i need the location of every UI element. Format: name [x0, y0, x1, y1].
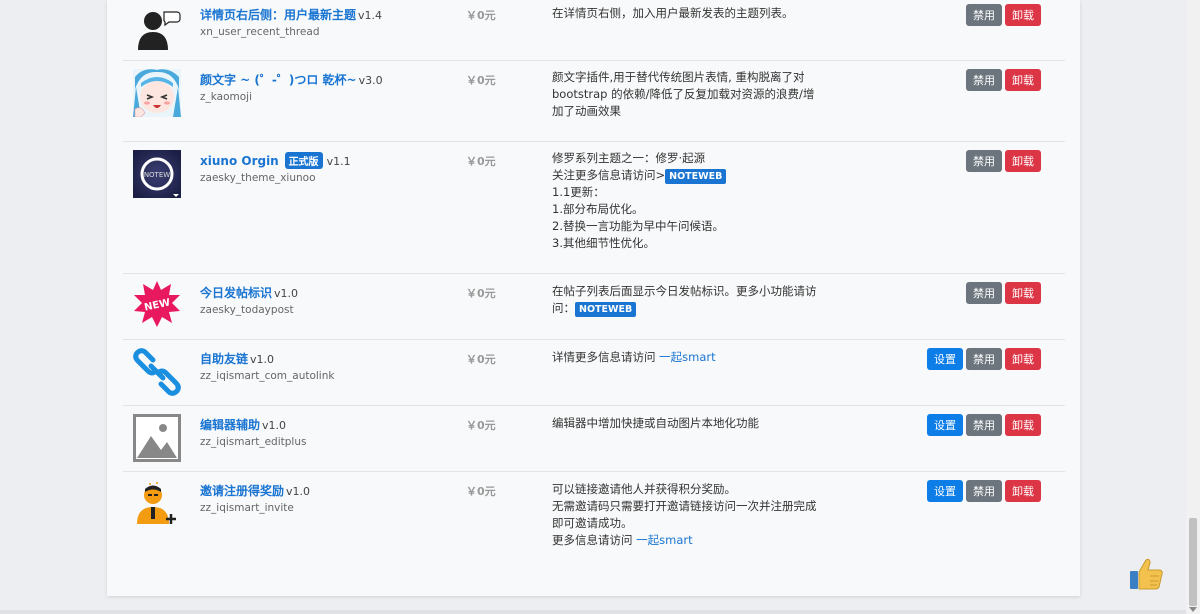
plugin-description: 在帖子列表后面显示今日发帖标识。更多小功能请访 问： NOTEWEB — [552, 284, 817, 317]
plugin-price: ￥0元 — [466, 485, 496, 498]
plugin-name[interactable]: 自助友链 — [200, 352, 248, 366]
plugin-name[interactable]: 颜文字 ~ (゜-゜)つロ 乾杯~ — [200, 73, 357, 87]
new-star-icon: NEW — [133, 280, 181, 328]
plugin-description: 在详情页右侧，加入用户最新发表的主题列表。 — [552, 6, 794, 20]
uninstall-button[interactable]: 卸载 — [1005, 4, 1041, 26]
plugin-price: ￥0元 — [466, 419, 496, 432]
window-bottom-edge — [0, 610, 1186, 614]
plugin-row: 自助友链 v1.0 zz_iqismart_com_autolink ￥0元 详情… — [123, 340, 1065, 406]
disable-button[interactable]: 禁用 — [966, 69, 1002, 91]
plugin-id: zaesky_theme_xiunoo — [200, 172, 316, 184]
plugin-description: 详情更多信息请访问 一起smart — [552, 350, 716, 364]
scrollbar-thumb[interactable] — [1189, 518, 1197, 606]
plugin-description: 修罗系列主题之一：修罗·起源 关注更多信息请访问> NOTEWEB 1.1更新： … — [552, 150, 842, 252]
settings-button[interactable]: 设置 — [927, 348, 963, 370]
plugin-description: 可以链接邀请他人并获得积分奖励。 无需邀请码只需要打开邀请链接访问一次并注册完成… — [552, 482, 817, 547]
plugin-version: v1.0 — [262, 419, 287, 432]
svg-text:NOTEW: NOTEW — [144, 171, 170, 179]
image-placeholder-icon — [133, 414, 181, 462]
plugin-id: zz_iqismart_com_autolink — [200, 370, 335, 382]
uninstall-button[interactable]: 卸载 — [1005, 282, 1041, 304]
thumbs-up-icon[interactable] — [1128, 556, 1164, 592]
plugin-version: v1.0 — [250, 353, 275, 366]
chain-link-icon — [133, 348, 181, 396]
plugin-name[interactable]: 邀请注册得奖励 — [200, 484, 284, 498]
user-avatar-icon — [133, 4, 181, 52]
theme-ring-icon: NOTEW — [133, 150, 181, 198]
noteweb-link[interactable]: NOTEWEB — [665, 169, 727, 184]
uninstall-button[interactable]: 卸载 — [1005, 480, 1041, 502]
disable-button[interactable]: 禁用 — [966, 414, 1002, 436]
settings-button[interactable]: 设置 — [927, 414, 963, 436]
plugin-id: z_kaomoji — [200, 91, 253, 103]
plugin-name[interactable]: 今日发帖标识 — [200, 286, 272, 300]
disable-button[interactable]: 禁用 — [966, 4, 1002, 26]
noteweb-link[interactable]: NOTEWEB — [575, 302, 637, 317]
vertical-scrollbar[interactable] — [1186, 0, 1200, 614]
plugin-version: v1.4 — [358, 9, 383, 22]
plugin-price: ￥0元 — [466, 155, 496, 168]
settings-button[interactable]: 设置 — [927, 480, 963, 502]
plugin-name[interactable]: 详情页右后侧：用户最新主题 — [200, 8, 356, 22]
plugin-version: v1.1 — [326, 155, 351, 168]
anime-face-icon — [133, 69, 181, 118]
iqismart-link[interactable]: 一起smart — [659, 350, 715, 364]
plugin-price: ￥0元 — [466, 287, 496, 300]
plugin-row: 详情页右后侧：用户最新主题 v1.4 xn_user_recent_thread … — [123, 0, 1065, 61]
uninstall-button[interactable]: 卸载 — [1005, 69, 1041, 91]
uninstall-button[interactable]: 卸载 — [1005, 150, 1041, 172]
disable-button[interactable]: 禁用 — [966, 480, 1002, 502]
iqismart-link[interactable]: 一起smart — [636, 533, 692, 547]
plugin-row: NEW 今日发帖标识 v1.0 zaesky_todaypost ￥0元 在帖子列… — [123, 274, 1065, 340]
plugin-version: v1.0 — [274, 287, 299, 300]
plugin-id: zz_iqismart_invite — [200, 502, 294, 514]
plugin-price: ￥0元 — [466, 353, 496, 366]
scroll-down-arrow-icon[interactable] — [1189, 607, 1197, 612]
disable-button[interactable]: 禁用 — [966, 150, 1002, 172]
uninstall-button[interactable]: 卸载 — [1005, 348, 1041, 370]
plugin-version: v1.0 — [286, 485, 311, 498]
plugin-row: 颜文字 ~ (゜-゜)つロ 乾杯~ v3.0 z_kaomoji ￥0元 颜文字插… — [123, 61, 1065, 142]
release-badge: 正式版 — [284, 152, 323, 169]
user-add-icon — [133, 480, 181, 528]
uninstall-button[interactable]: 卸载 — [1005, 414, 1041, 436]
plugin-id: zz_iqismart_editplus — [200, 436, 307, 448]
plugin-version: v3.0 — [358, 74, 383, 87]
plugin-list-panel: 详情页右后侧：用户最新主题 v1.4 xn_user_recent_thread … — [107, 0, 1080, 596]
disable-button[interactable]: 禁用 — [966, 348, 1002, 370]
plugin-row: 编辑器辅助 v1.0 zz_iqismart_editplus ￥0元 编辑器中增… — [123, 406, 1065, 472]
plugin-name[interactable]: 编辑器辅助 — [200, 418, 260, 432]
plugin-id: zaesky_todaypost — [200, 304, 294, 316]
plugin-row: 邀请注册得奖励 v1.0 zz_iqismart_invite ￥0元 可以链接邀… — [123, 472, 1065, 582]
plugin-id: xn_user_recent_thread — [200, 26, 320, 38]
plugin-row: NOTEW xiuno Orgin 正式版 v1.1 zaesky_theme_x… — [123, 142, 1065, 274]
plugin-description: 编辑器中增加快捷或自动图片本地化功能 — [552, 416, 759, 430]
plugin-price: ￥0元 — [466, 9, 496, 22]
plugin-description: 颜文字插件,用于替代传统图片表情, 重构脱离了对 bootstrap 的依赖/降… — [552, 70, 815, 118]
plugin-price: ￥0元 — [466, 74, 496, 87]
disable-button[interactable]: 禁用 — [966, 282, 1002, 304]
plugin-name[interactable]: xiuno Orgin — [200, 154, 279, 168]
